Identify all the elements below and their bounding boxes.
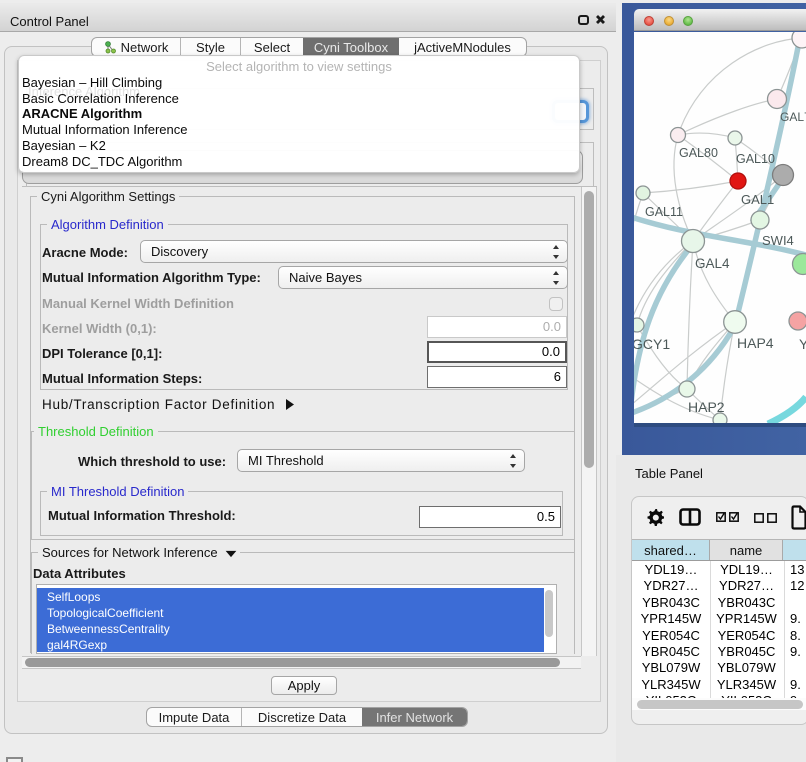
svg-text:YJ: YJ <box>799 336 806 352</box>
svg-text:SWI4: SWI4 <box>762 233 794 248</box>
svg-text:HAP4: HAP4 <box>737 335 774 351</box>
svg-text:GAL10: GAL10 <box>736 152 775 166</box>
svg-text:GAL7: GAL7 <box>780 110 806 124</box>
svg-text:GAL1: GAL1 <box>741 192 774 207</box>
svg-text:GAL80: GAL80 <box>679 146 718 160</box>
svg-text:GAL4: GAL4 <box>695 256 730 271</box>
svg-text:GAL11: GAL11 <box>645 205 683 219</box>
svg-text:HAP2: HAP2 <box>688 399 725 415</box>
svg-text:GCY1: GCY1 <box>634 336 670 352</box>
